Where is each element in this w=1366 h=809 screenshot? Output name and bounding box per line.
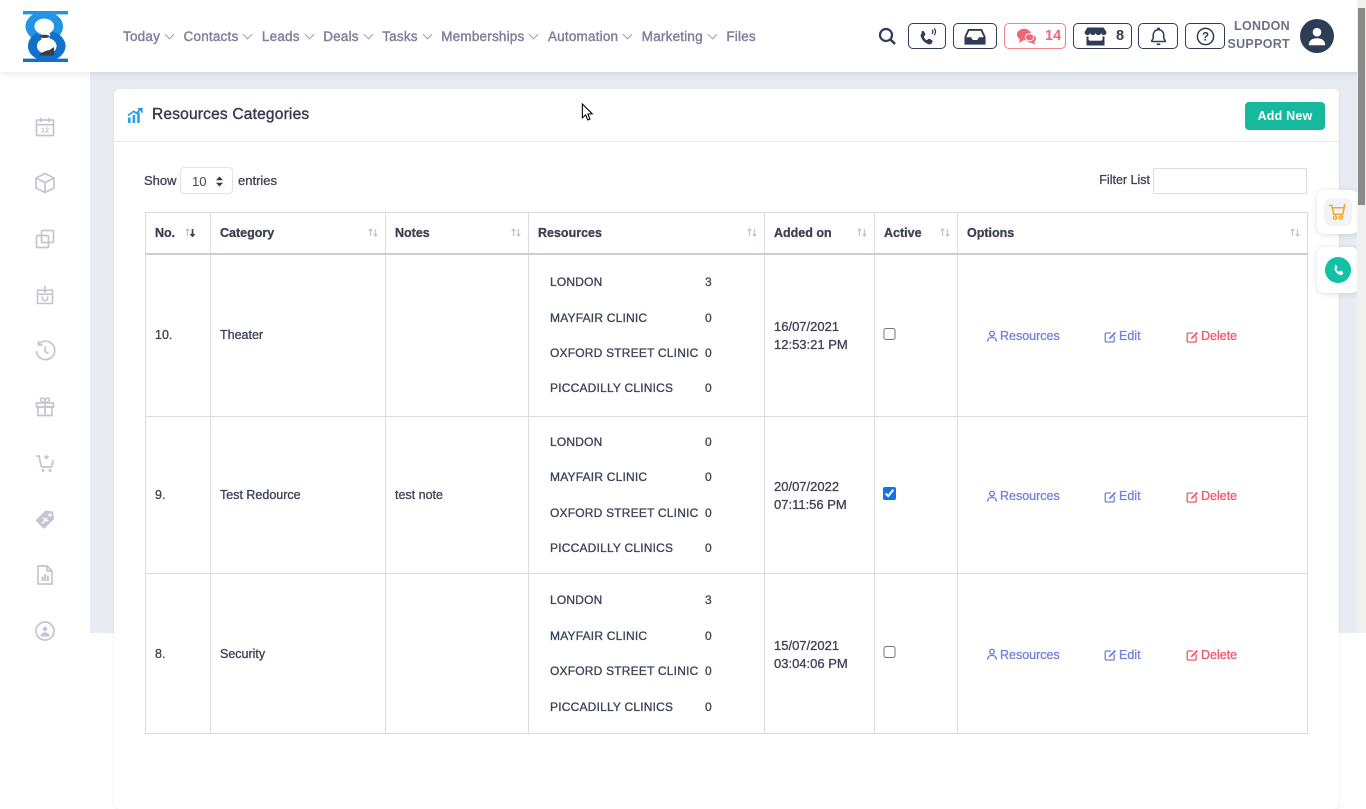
svg-text:?: ? (1201, 31, 1208, 43)
svg-text:12: 12 (41, 126, 49, 135)
